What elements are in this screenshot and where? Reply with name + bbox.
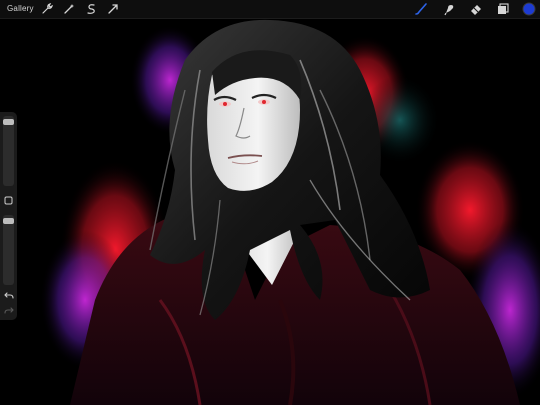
drawing-canvas[interactable]	[0, 0, 540, 405]
left-sidebar	[0, 112, 17, 320]
artwork	[40, 19, 540, 405]
brush-opacity-thumb[interactable]	[3, 218, 14, 224]
top-toolbar: Gallery	[0, 0, 540, 19]
magic-wand-icon[interactable]	[62, 2, 76, 16]
gallery-button[interactable]: Gallery	[7, 3, 34, 15]
transform-arrow-icon[interactable]	[106, 2, 120, 16]
square-icon[interactable]	[3, 195, 14, 206]
eraser-icon[interactable]	[469, 2, 483, 16]
brush-size-slider[interactable]	[3, 116, 14, 186]
brush-opacity-slider[interactable]	[3, 215, 14, 285]
brush-icon[interactable]	[414, 2, 428, 16]
selection-icon[interactable]	[84, 2, 98, 16]
wrench-icon[interactable]	[40, 2, 54, 16]
smudge-icon[interactable]	[442, 2, 456, 16]
undo-icon[interactable]	[3, 289, 14, 300]
layers-icon[interactable]	[496, 2, 510, 16]
brush-size-thumb[interactable]	[3, 119, 14, 125]
redo-icon[interactable]	[3, 304, 14, 315]
color-swatch[interactable]	[522, 2, 536, 16]
